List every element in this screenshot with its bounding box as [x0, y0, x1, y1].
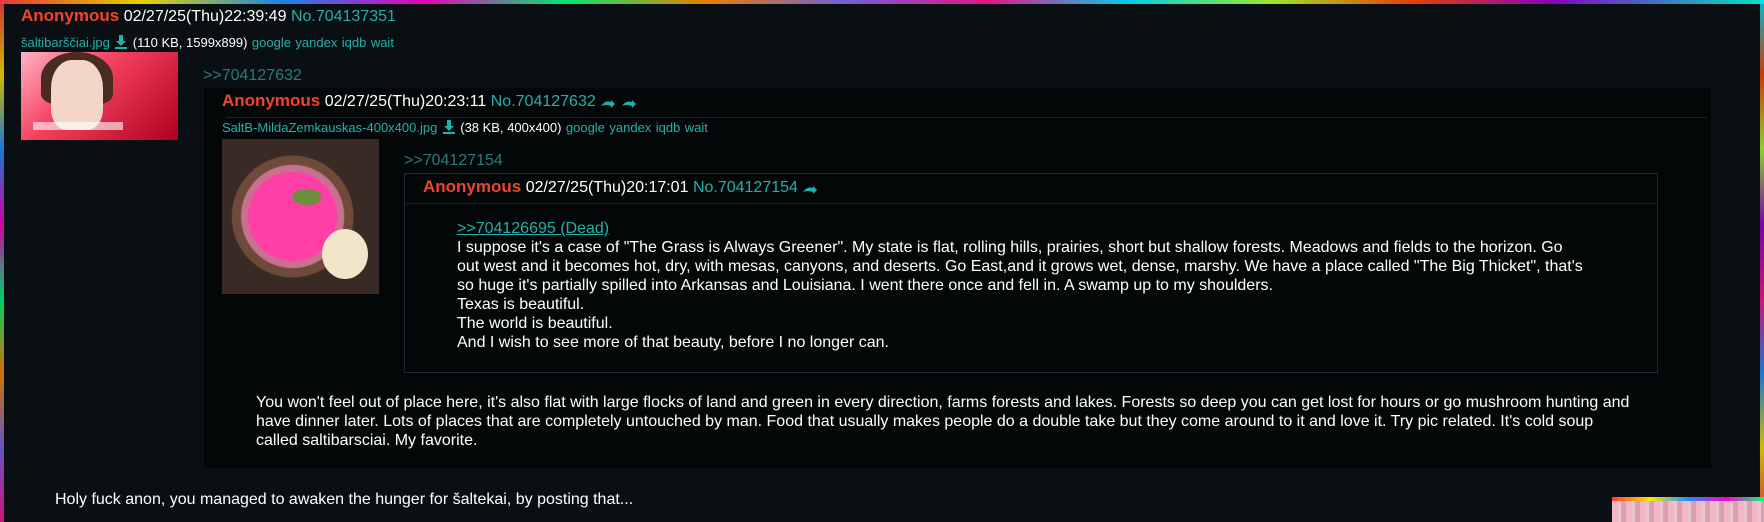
reply-arrow-icon[interactable]	[600, 97, 616, 108]
post-date: 02/27/25(Thu)20:17:01	[525, 179, 689, 196]
search-link-google[interactable]: google	[252, 35, 291, 50]
op-header: Anonymous 02/27/25(Thu)22:39:49 No.70413…	[21, 6, 396, 26]
decorative-right-border	[1760, 0, 1764, 522]
search-link-wait[interactable]: wait	[371, 35, 394, 50]
body-line: You won't feel out of place here, it's a…	[256, 394, 1630, 411]
backlink-quote[interactable]: >>704127632	[203, 67, 302, 85]
reply-arrow-icon[interactable]	[802, 183, 818, 194]
reply2-header: Anonymous 02/27/25(Thu)20:17:01 No.70412…	[423, 177, 818, 197]
search-link-yandex[interactable]: yandex	[609, 120, 651, 135]
search-link-iqdb[interactable]: iqdb	[656, 120, 681, 135]
poster-name: Anonymous	[222, 91, 321, 110]
body-line: The world is beautiful.	[457, 315, 613, 332]
post-number-link[interactable]: No.704127632	[491, 93, 596, 110]
divider	[405, 203, 1657, 204]
decorative-left-border	[0, 0, 4, 522]
reply-arrow-icon[interactable]	[621, 97, 637, 108]
body-line: have dinner later. Lots of places that a…	[256, 413, 1594, 430]
poster-name: Anonymous	[21, 6, 120, 25]
search-link-wait[interactable]: wait	[685, 120, 708, 135]
dead-quote-link[interactable]: >>704126695 (Dead)	[457, 220, 609, 237]
search-link-iqdb[interactable]: iqdb	[342, 35, 367, 50]
reply2-body: >>704126695 (Dead) I suppose it's a case…	[457, 219, 1637, 352]
search-link-yandex[interactable]: yandex	[295, 35, 337, 50]
op-thumbnail[interactable]	[21, 52, 178, 140]
file-meta: (110 KB, 1599x899)	[132, 35, 248, 50]
body-line: Texas is beautiful.	[457, 296, 585, 313]
search-link-google[interactable]: google	[566, 120, 605, 135]
reply1-header: Anonymous 02/27/25(Thu)20:23:11 No.70412…	[222, 91, 637, 111]
reply1-body: You won't feel out of place here, it's a…	[256, 393, 1706, 450]
next-post-thumbnail[interactable]	[1612, 497, 1764, 522]
body-line: so huge it's partially spilled into Arka…	[457, 277, 1273, 294]
divider	[226, 117, 1707, 118]
body-line: called saltibarsciai. My favorite.	[256, 432, 478, 449]
body-line: out west and it becomes hot, dry, with m…	[457, 258, 1583, 275]
poster-name: Anonymous	[423, 177, 522, 196]
body-line: I suppose it's a case of "The Grass is A…	[457, 239, 1563, 256]
post-date: 02/27/25(Thu)22:39:49	[123, 8, 287, 25]
post-date: 02/27/25(Thu)20:23:11	[324, 93, 487, 110]
post-number-link[interactable]: No.704127154	[693, 179, 798, 196]
post-number-link[interactable]: No.704137351	[291, 8, 396, 25]
file-name-link[interactable]: SaltB-MildaZemkauskas-400x400.jpg	[222, 120, 437, 135]
backlink-quote[interactable]: >>704127154	[404, 152, 503, 170]
download-icon[interactable]	[442, 120, 456, 139]
file-meta: (38 KB, 400x400)	[460, 120, 562, 135]
decorative-top-border	[0, 0, 1764, 4]
op-file-info: šaltibarščiai.jpg (110 KB, 1599x899) goo…	[21, 34, 394, 54]
body-line: And I wish to see more of that beauty, b…	[457, 334, 889, 351]
file-name-link[interactable]: šaltibarščiai.jpg	[21, 35, 110, 50]
reply1-thumbnail[interactable]	[222, 139, 379, 294]
reply1-file-info: SaltB-MildaZemkauskas-400x400.jpg (38 KB…	[222, 119, 708, 139]
op-body: Holy fuck anon, you managed to awaken th…	[55, 491, 634, 508]
